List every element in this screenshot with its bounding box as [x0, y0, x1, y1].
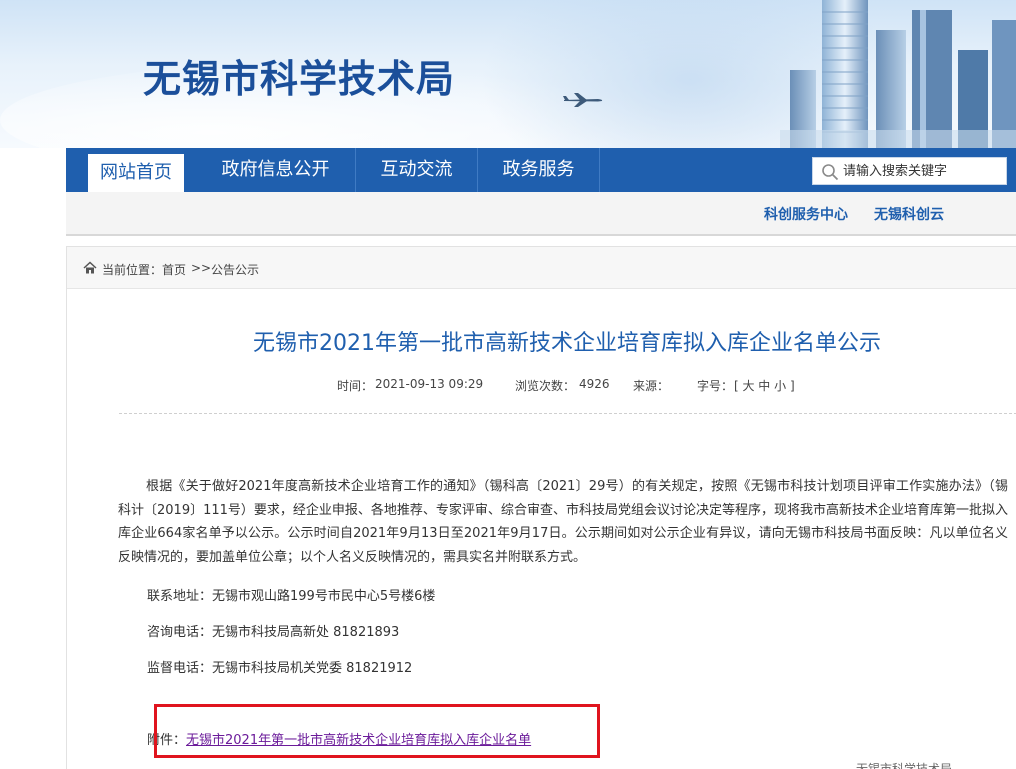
nav-item-home[interactable]: 网站首页 [88, 154, 184, 192]
search-icon[interactable] [821, 163, 839, 181]
breadcrumb-current[interactable]: 公告公示 [211, 261, 259, 278]
search-input[interactable] [843, 161, 1001, 181]
divider [119, 413, 1016, 414]
meta-views-label: 浏览次数： [515, 379, 576, 393]
consult-phone: 咨询电话：无锡市科技局高新处 81821893 [147, 625, 400, 640]
meta-views: 4926 [579, 377, 610, 391]
contact-address: 联系地址：无锡市观山路199号市民中心5号楼6楼 [147, 589, 436, 604]
airplane-icon [563, 93, 603, 107]
font-size-switcher[interactable]: [ 大 中 小 ] [734, 377, 795, 394]
nav-item-interaction[interactable]: 互动交流 [356, 148, 478, 192]
site-title: 无锡市科学技术局 [143, 57, 456, 101]
home-icon [83, 261, 97, 274]
meta-time-label: 时间： [337, 379, 374, 393]
city-skyline-image [780, 0, 1016, 148]
footer-site-name: 无锡市科学技术局 [856, 762, 953, 769]
header-banner: 无锡市科学技术局 [0, 0, 1016, 148]
breadcrumb-home-link[interactable]: 首页 [162, 261, 186, 278]
link-innovation-service-center[interactable]: 科创服务中心 [764, 204, 848, 224]
article-container: 当前位置： 首页 >> 公告公示 无锡市2021年第一批市高新技术企业培育库拟入… [66, 246, 1016, 769]
highlight-box [154, 704, 600, 758]
quick-links-bar: 科创服务中心 无锡科创云 [66, 192, 1016, 236]
breadcrumb: 当前位置： 首页 >> 公告公示 [67, 247, 1016, 289]
nav-item-services[interactable]: 政务服务 [478, 148, 600, 192]
link-wuxi-innovation-cloud[interactable]: 无锡科创云 [874, 204, 944, 224]
nav-item-gov-info[interactable]: 政府信息公开 [196, 148, 356, 192]
meta-time: 2021-09-13 09:29 [375, 377, 484, 391]
article-title: 无锡市2021年第一批市高新技术企业培育库拟入库企业名单公示 [253, 331, 881, 356]
supervise-phone: 监督电话：无锡市科技局机关党委 81821912 [147, 661, 413, 676]
meta-source-label: 来源： [633, 379, 670, 393]
breadcrumb-prefix: 当前位置： [102, 263, 163, 277]
meta-font-label: 字号： [697, 379, 734, 393]
breadcrumb-separator: >> [191, 261, 212, 275]
search-box [812, 157, 1007, 185]
article-body-paragraph: 根据《关于做好2021年度高新技术企业培育工作的通知》（锡科高〔2021〕29号… [118, 479, 1008, 565]
